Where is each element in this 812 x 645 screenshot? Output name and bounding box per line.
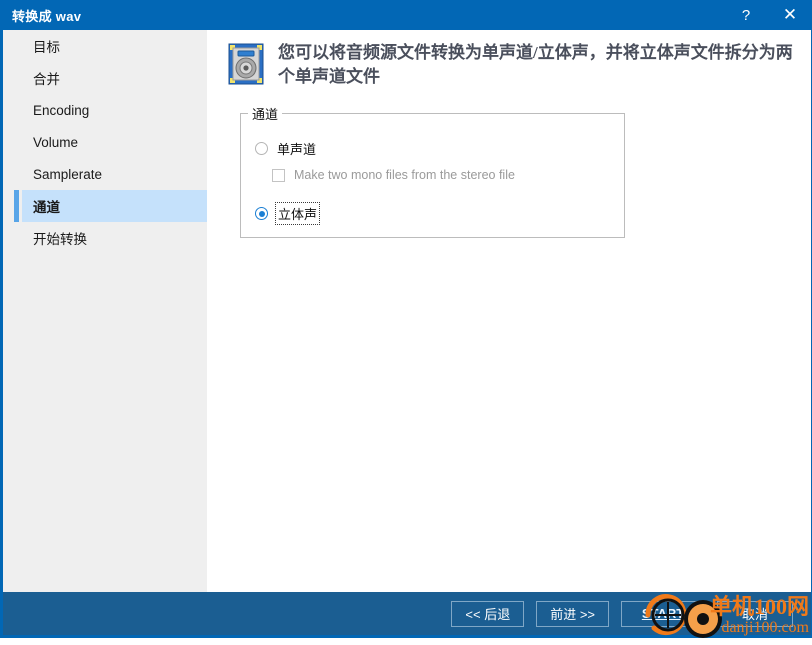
channel-group-box: 通道 单声道 Make two mono files from the ster… (240, 104, 625, 238)
sidebar-accent-bar (14, 222, 19, 254)
checkbox-split-mono-label: Make two mono files from the stereo file (294, 168, 515, 182)
sidebar-accent-bar (14, 190, 19, 222)
radio-mono-indicator[interactable] (255, 142, 268, 155)
application-window: 转换成 wav ? ✕ 目标 合并 Encoding Volume Sample… (0, 0, 812, 638)
sidebar-item-label: Volume (33, 134, 79, 150)
sidebar-item-volume[interactable]: Volume (3, 126, 207, 158)
sidebar-item-channels[interactable]: 通道 (3, 190, 207, 222)
page-description: 您可以将音频源文件转换为单声道/立体声，并将立体声文件拆分为两个单声道文件 (278, 43, 793, 86)
start-button[interactable]: START (621, 600, 705, 627)
close-icon[interactable]: ✕ (768, 0, 812, 30)
radio-option-stereo[interactable]: 立体声 (255, 202, 321, 225)
radio-option-mono[interactable]: 单声道 (255, 139, 316, 158)
sidebar-accent-bar (14, 158, 19, 190)
radio-stereo-label: 立体声 (275, 202, 321, 225)
next-button[interactable]: 前进 >> (536, 600, 609, 627)
sidebar-item-label: 目标 (33, 40, 60, 55)
radio-stereo-indicator[interactable] (255, 207, 268, 220)
audio-device-icon (228, 43, 264, 85)
sidebar-accent-bar (14, 126, 19, 158)
back-button[interactable]: << 后退 (451, 600, 525, 627)
sidebar-accent-bar (14, 30, 19, 62)
radio-mono-label: 单声道 (277, 142, 317, 157)
sidebar-item-label: Encoding (33, 102, 90, 118)
sidebar-item-label: 开始转换 (33, 232, 87, 247)
group-box-legend: 通道 (248, 104, 283, 123)
window-title: 转换成 wav (12, 8, 82, 24)
action-bar-buttons: << 后退 前进 >> START 取消 (451, 592, 793, 635)
sidebar-item-target[interactable]: 目标 (3, 30, 207, 62)
cancel-button[interactable]: 取消 (717, 600, 793, 627)
sidebar-item-merge[interactable]: 合并 (3, 62, 207, 94)
sidebar-item-encoding[interactable]: Encoding (3, 94, 207, 126)
title-bar: 转换成 wav ? ✕ (0, 0, 812, 30)
sidebar-item-samplerate[interactable]: Samplerate (3, 158, 207, 190)
sidebar-item-start-convert[interactable]: 开始转换 (3, 222, 207, 254)
sidebar-item-label: 合并 (33, 72, 60, 87)
sidebar: 目标 合并 Encoding Volume Samplerate 通道 开始转换 (3, 30, 207, 592)
main-content: 您可以将音频源文件转换为单声道/立体声，并将立体声文件拆分为两个单声道文件 通道… (207, 30, 811, 592)
action-bar: << 后退 前进 >> START 取消 (3, 592, 811, 635)
sidebar-accent-bar (14, 62, 19, 94)
checkbox-split-mono-indicator[interactable] (272, 168, 285, 182)
sidebar-item-label: 通道 (33, 200, 60, 215)
page-header: 您可以将音频源文件转换为单声道/立体声，并将立体声文件拆分为两个单声道文件 (228, 41, 798, 89)
help-icon[interactable]: ? (724, 0, 768, 30)
sidebar-item-label: Samplerate (33, 166, 103, 182)
checkbox-option-split-mono[interactable]: Make two mono files from the stereo file (272, 168, 515, 182)
sidebar-accent-bar (14, 94, 19, 126)
